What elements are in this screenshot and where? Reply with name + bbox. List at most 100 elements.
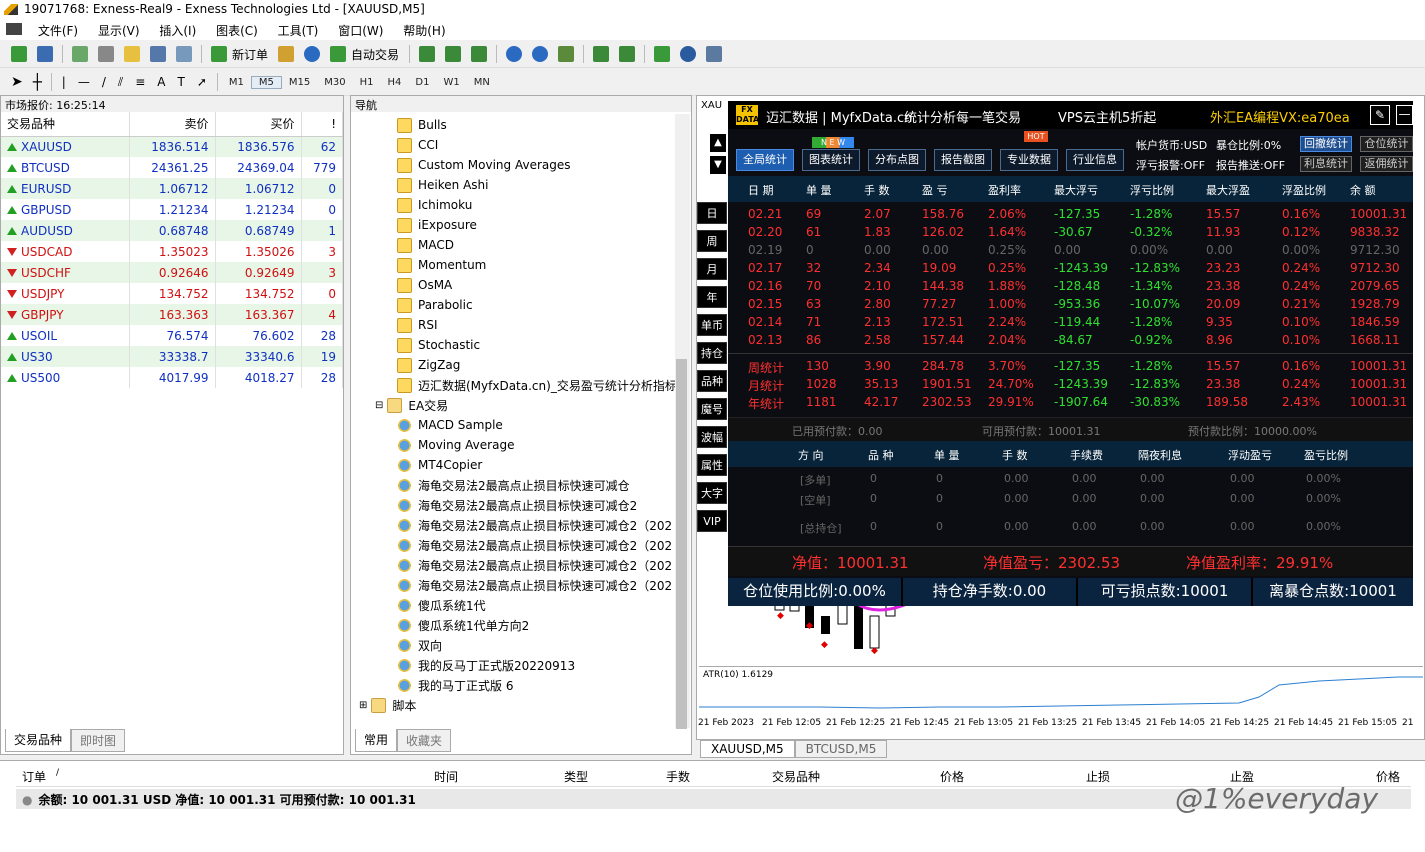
tf-m5[interactable]: M5 [250, 75, 282, 89]
autoscroll-icon[interactable] [593, 46, 610, 62]
nav-ea-item[interactable]: 海龟交易法2最高点止损目标快速可减仓 [397, 475, 722, 495]
ea-side-button[interactable]: 年 [697, 286, 727, 308]
expand-icon[interactable]: ⊞ [359, 700, 367, 711]
report-screenshot-button[interactable]: 报告截图 [934, 149, 992, 171]
col-symbol[interactable]: 交易品种 [1, 112, 130, 137]
fibonacci-icon[interactable]: ≡ [135, 75, 145, 89]
symbol-cell[interactable]: GBPUSD [1, 199, 130, 220]
col-bid[interactable]: 卖价 [129, 112, 216, 137]
nav-ea-item[interactable]: 我的马丁正式版 6 [397, 675, 722, 695]
symbol-cell[interactable]: USOIL [1, 325, 130, 346]
ea-side-button[interactable]: 魔号 [697, 398, 727, 420]
zoom-in-icon[interactable] [506, 46, 523, 62]
scatter-button[interactable]: 分布点图 [868, 149, 926, 171]
col-spread[interactable]: ! [301, 112, 343, 137]
nav-ea-item[interactable]: 海龟交易法2最高点止损目标快速可减仓2（202 [397, 575, 722, 595]
market-row[interactable]: EURUSD 1.06712 1.06712 0 [1, 178, 343, 199]
chart-shift-icon[interactable] [619, 46, 636, 62]
tester-icon[interactable] [176, 46, 192, 62]
nav-ea-item[interactable]: 傻瓜系统1代 [397, 595, 722, 615]
market-row[interactable]: AUDUSD 0.68748 0.68749 1 [1, 220, 343, 241]
nav-ea-item[interactable]: 海龟交易法2最高点止损目标快速可减仓2（202 [397, 535, 722, 555]
horizontal-line-icon[interactable]: — [78, 75, 90, 89]
market-row[interactable]: USDCHF 0.92646 0.92649 3 [1, 262, 343, 283]
indicators-icon[interactable] [654, 46, 671, 62]
nav-indicator-item[interactable]: CCI [397, 135, 722, 155]
market-watch-icon[interactable] [72, 46, 88, 62]
interest-stats-button[interactable]: 利息统计 [1300, 156, 1352, 172]
symbol-cell[interactable]: XAUUSD [1, 136, 130, 157]
menu-tools[interactable]: 工具(T) [270, 20, 327, 39]
nav-indicator-item[interactable]: Parabolic [397, 295, 722, 315]
nav-ea-item[interactable]: 海龟交易法2最高点止损目标快速可减仓2（202 [397, 555, 722, 575]
drawdown-stats-button[interactable]: 回撤统计 [1300, 136, 1352, 152]
chart-tab-xauusd[interactable]: XAUUSD,M5 [700, 740, 795, 758]
bar-chart-icon[interactable] [419, 46, 436, 62]
col-order[interactable]: 订单 [22, 768, 46, 785]
metaeditor-icon[interactable] [278, 46, 295, 62]
tf-w1[interactable]: W1 [436, 77, 466, 88]
nav-indicator-item[interactable]: Ichimoku [397, 195, 722, 215]
crosshair-nav-icon[interactable] [98, 46, 114, 62]
navigator-scrollbar[interactable] [675, 114, 690, 729]
market-row[interactable]: BTCUSD 24361.25 24369.04 779 [1, 157, 343, 178]
col-lots[interactable]: 手数 [666, 768, 690, 785]
market-row[interactable]: USDJPY 134.752 134.752 0 [1, 283, 343, 304]
menu-file[interactable]: 文件(F) [30, 20, 86, 39]
nav-scripts-folder[interactable]: ⊞ 脚本 [359, 695, 684, 715]
col-price[interactable]: 价格 [940, 768, 964, 785]
ea-side-button[interactable]: 持仓 [697, 342, 727, 364]
tf-m1[interactable]: M1 [222, 77, 251, 88]
menu-charts[interactable]: 图表(C) [208, 20, 266, 39]
nav-ea-item[interactable]: 海龟交易法2最高点止损目标快速可减仓2（202 [397, 515, 722, 535]
nav-indicator-item[interactable]: Stochastic [397, 335, 722, 355]
tf-d1[interactable]: D1 [408, 77, 436, 88]
ea-side-button[interactable]: 品种 [697, 370, 727, 392]
nav-ea-item[interactable]: 我的反马丁正式版20220913 [397, 655, 722, 675]
cursor-icon[interactable]: ➤ [11, 74, 23, 90]
line-chart-icon[interactable] [471, 46, 488, 62]
ea-side-button[interactable]: 周 [697, 230, 727, 252]
auto-trade-button[interactable]: 自动交易 [351, 46, 399, 63]
ea-side-button[interactable]: 波幅 [697, 426, 727, 448]
nav-indicator-item[interactable]: RSI [397, 315, 722, 335]
new-order-button[interactable]: 新订单 [232, 46, 268, 63]
edit-icon[interactable]: ✎ [1370, 105, 1390, 125]
tile-windows-icon[interactable] [558, 46, 575, 62]
tab-symbols[interactable]: 交易品种 [5, 729, 72, 752]
periods-icon[interactable] [680, 46, 697, 62]
text-icon[interactable]: A [157, 75, 165, 89]
symbol-cell[interactable]: US500 [1, 367, 130, 388]
market-row[interactable]: US30 33338.7 33340.6 19 [1, 346, 343, 367]
pro-data-button[interactable]: 专业数据 [1000, 149, 1058, 171]
market-row[interactable]: US500 4017.99 4018.27 28 [1, 367, 343, 388]
market-row[interactable]: GBPUSD 1.21234 1.21234 0 [1, 199, 343, 220]
symbol-cell[interactable]: GBPJPY [1, 304, 130, 325]
tf-h4[interactable]: H4 [381, 77, 409, 88]
menu-view[interactable]: 显示(V) [90, 20, 148, 39]
nav-ea-item[interactable]: 傻瓜系统1代单方向2 [397, 615, 722, 635]
menu-help[interactable]: 帮助(H) [395, 20, 453, 39]
nav-indicator-item[interactable]: 迈汇数据(MyfxData.cn)_交易盈亏统计分析指标 [397, 375, 722, 395]
nav-indicator-item[interactable]: ZigZag [397, 355, 722, 375]
symbol-cell[interactable]: BTCUSD [1, 157, 130, 178]
app-menu-icon[interactable] [6, 23, 22, 35]
col-type[interactable]: 类型 [564, 768, 588, 785]
trendline-icon[interactable]: / [102, 75, 106, 89]
ea-vps-link[interactable]: VPS云主机5折起 [1058, 107, 1156, 126]
tf-m15[interactable]: M15 [282, 77, 317, 88]
ea-promo[interactable]: 外汇EA编程VX:ea70ea [1210, 107, 1350, 126]
chart-tab-btcusd[interactable]: BTCUSD,M5 [794, 740, 888, 758]
ea-scroll-up-icon[interactable]: ▲ [710, 134, 726, 152]
symbol-cell[interactable]: USDJPY [1, 283, 130, 304]
tab-favorites[interactable]: 收藏夹 [397, 729, 452, 752]
arrows-icon[interactable]: ➚ [197, 75, 207, 89]
tf-m30[interactable]: M30 [317, 77, 352, 88]
market-row[interactable]: USDCAD 1.35023 1.35026 3 [1, 241, 343, 262]
ea-side-button[interactable]: 月 [697, 258, 727, 280]
zoom-out-icon[interactable] [532, 46, 549, 62]
industry-info-button[interactable]: 行业信息 [1066, 149, 1124, 171]
symbol-cell[interactable]: USDCHF [1, 262, 130, 283]
market-row[interactable]: USOIL 76.574 76.602 28 [1, 325, 343, 346]
ea-side-button[interactable]: 日 [697, 202, 727, 224]
